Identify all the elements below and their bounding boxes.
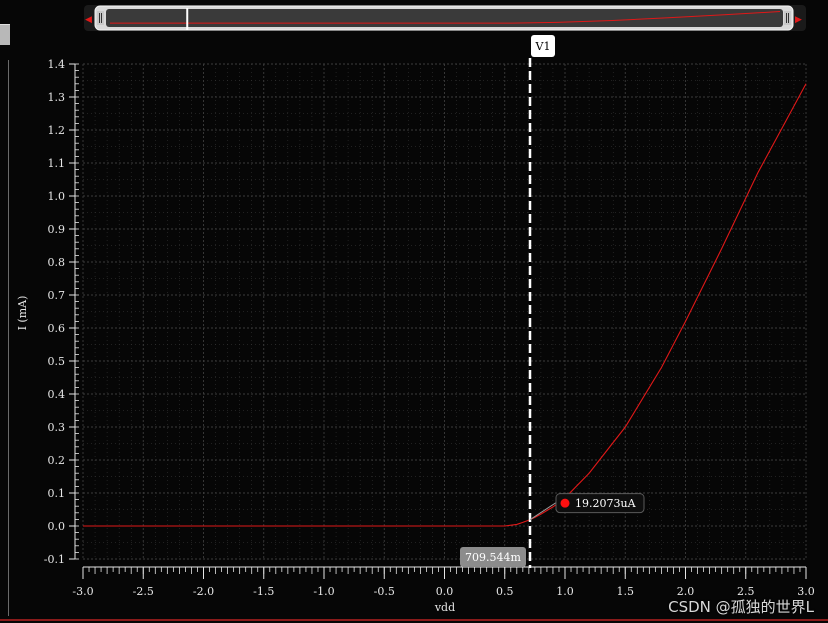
grid <box>82 63 807 560</box>
x-tick-label: 1.0 <box>556 585 574 598</box>
marker-leader-line <box>529 502 557 521</box>
bottom-divider <box>0 619 828 621</box>
y-tick-label: 0.2 <box>48 454 66 467</box>
x-tick-label: 1.5 <box>617 585 635 598</box>
y-tick-label: 1.4 <box>48 58 66 71</box>
y-tick-label: 1.0 <box>48 190 66 203</box>
x-tick-label: -2.0 <box>193 585 214 598</box>
y-tick-label: 0.7 <box>48 289 66 302</box>
y-tick-label: 0.6 <box>48 322 66 335</box>
zoom-scrollbar[interactable]: ◀ ▶ <box>84 5 806 31</box>
cursor-name-label: V1 <box>535 40 551 53</box>
y-tick-label: 0.0 <box>48 520 66 533</box>
y-tick-label: 0.3 <box>48 421 66 434</box>
y-tick-label: 0.1 <box>48 487 66 500</box>
cursor-v1[interactable]: V1 709.544m 19.2073uA <box>460 35 645 568</box>
x-tick-label: -0.5 <box>374 585 395 598</box>
marker-dot-icon <box>560 498 570 508</box>
x-tick-label: 0.5 <box>496 585 514 598</box>
y-tick-label: 0.9 <box>48 223 66 236</box>
x-tick-label: -3.0 <box>72 585 93 598</box>
y-tick-label: 1.3 <box>48 91 66 104</box>
y-tick-label: -0.1 <box>44 553 65 566</box>
cursor-x-value: 709.544m <box>465 551 521 564</box>
x-tick-label: 0.0 <box>436 585 454 598</box>
y-tick-label: 1.2 <box>48 124 66 137</box>
x-tick-label: -1.5 <box>253 585 274 598</box>
x-axis-label: vdd <box>434 601 455 614</box>
scroll-left-grip-icon[interactable] <box>97 11 104 25</box>
watermark: CSDN @孤独的世界L <box>668 598 814 616</box>
x-tick-label: -2.5 <box>133 585 154 598</box>
y-tick-label: 1.1 <box>48 157 66 170</box>
scroll-left-arrow-icon[interactable]: ◀ <box>85 15 92 25</box>
waveform-viewer: ◀ ▶ -0.1 0.0 0.1 0.2 0.3 0.4 0.5 0.6 0.7 0.8 0.9 1.… <box>16 5 815 614</box>
y-axis-label: I (mA) <box>16 296 29 331</box>
x-tick-label: -1.0 <box>313 585 334 598</box>
y-tick-label: 0.4 <box>48 388 66 401</box>
marker-value: 19.2073uA <box>575 497 637 510</box>
scroll-right-grip-icon[interactable] <box>784 11 791 25</box>
y-tick-label: 0.8 <box>48 256 66 269</box>
y-tick-label: 0.5 <box>48 355 66 368</box>
scroll-right-arrow-icon[interactable]: ▶ <box>795 15 802 25</box>
